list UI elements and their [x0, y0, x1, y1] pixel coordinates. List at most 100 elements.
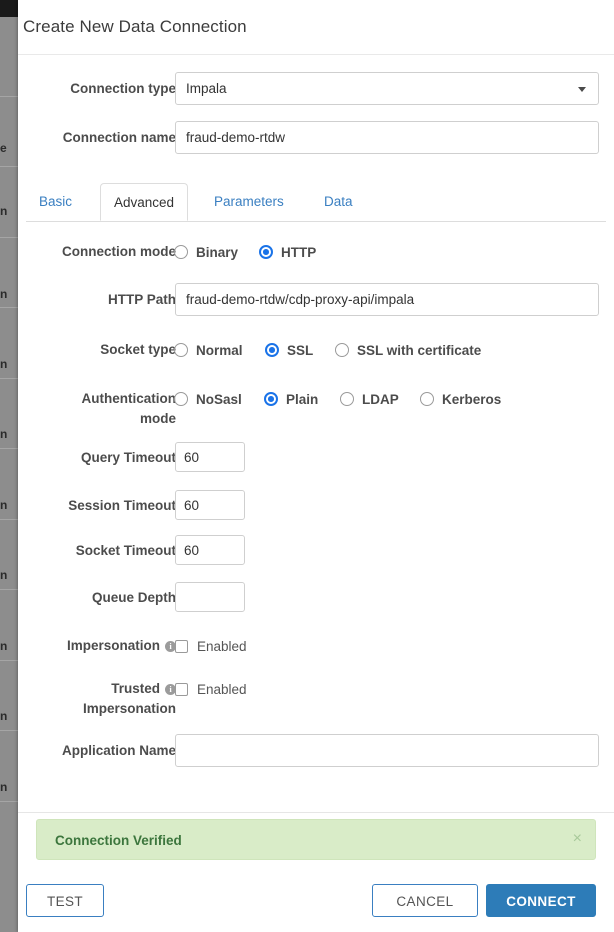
row-socket-type: Socket type Normal SSL SSL with certific…	[18, 340, 614, 360]
backdrop-row-line	[0, 519, 18, 520]
checkbox-label: Enabled	[197, 681, 247, 697]
backdrop-text-fragment: n	[0, 781, 8, 793]
queue-depth-input[interactable]	[175, 582, 245, 612]
connection-mode-label: Connection mode	[62, 244, 176, 259]
backdrop-row-line	[0, 237, 18, 238]
connection-name-input[interactable]	[175, 121, 599, 154]
radio-socket-type-ssl[interactable]: SSL	[265, 340, 313, 360]
alert-message: Connection Verified	[55, 833, 182, 848]
row-application-name: Application Name	[18, 734, 614, 767]
radio-connection-mode-binary[interactable]: Binary	[174, 242, 238, 262]
backdrop-row-line	[0, 96, 18, 97]
backdrop-row-line	[0, 589, 18, 590]
radio-label: LDAP	[362, 391, 399, 407]
backdrop-row-line	[0, 166, 18, 167]
connection-type-select[interactable]	[175, 72, 599, 105]
socket-type-label: Socket type	[100, 342, 176, 357]
backdrop-text-fragment: n	[0, 428, 8, 440]
query-timeout-input[interactable]	[175, 442, 245, 472]
radio-icon	[420, 392, 434, 406]
radio-label: HTTP	[281, 244, 317, 260]
cancel-button[interactable]: CANCEL	[372, 884, 478, 917]
checkbox-label: Enabled	[197, 638, 247, 654]
backdrop-row-line	[0, 307, 18, 308]
tab-data[interactable]: Data	[311, 183, 366, 221]
row-http-path: HTTP Path	[18, 283, 614, 316]
session-timeout-input[interactable]	[175, 490, 245, 520]
http-path-label: HTTP Path	[107, 292, 176, 307]
tab-bar: Basic Advanced Parameters Data	[26, 183, 606, 222]
backdrop-row-line	[0, 378, 18, 379]
tab-advanced[interactable]: Advanced	[100, 183, 189, 221]
socket-timeout-label: Socket Timeout	[75, 543, 176, 558]
application-name-label: Application Name	[61, 743, 176, 758]
backdrop-row-line	[0, 660, 18, 661]
backdrop-topbar	[0, 0, 18, 17]
radio-auth-nosasl[interactable]: NoSasl	[174, 389, 242, 409]
http-path-input[interactable]	[175, 283, 599, 316]
application-name-input[interactable]	[175, 734, 599, 767]
radio-label: Kerberos	[442, 391, 502, 407]
tab-basic[interactable]: Basic	[26, 183, 85, 221]
backdrop-text-fragment: n	[0, 569, 8, 581]
connect-button[interactable]: CONNECT	[486, 884, 596, 917]
row-authentication-mode: Authentication mode NoSasl Plain LDAP Ke…	[18, 389, 614, 429]
radio-label: SSL	[287, 342, 314, 358]
row-connection-mode: Connection mode Binary HTTP	[18, 242, 614, 262]
backdrop-text-fragment: e	[0, 142, 7, 154]
radio-socket-type-ssl-with-certificate[interactable]: SSL with certificate	[335, 340, 481, 360]
authentication-mode-label-line2: mode	[139, 411, 176, 426]
connection-name-label: Connection name	[62, 130, 176, 145]
row-queue-depth: Queue Depth	[18, 582, 614, 612]
radio-auth-kerberos[interactable]: Kerberos	[420, 389, 501, 409]
checkbox-impersonation-enabled[interactable]: Enabled	[175, 636, 247, 656]
row-query-timeout: Query Timeout	[18, 442, 614, 472]
radio-label: NoSasl	[196, 391, 242, 407]
radio-label: Binary	[196, 244, 239, 260]
checkbox-icon	[175, 682, 188, 696]
trusted-impersonation-label-line1: Trusted i	[18, 679, 176, 698]
tab-parameters[interactable]: Parameters	[201, 183, 297, 221]
connection-type-label: Connection type	[70, 81, 176, 96]
backdrop-row-line	[0, 448, 18, 449]
backdrop-text-fragment: n	[0, 640, 8, 652]
footer-divider	[18, 812, 614, 813]
connection-type-value[interactable]	[175, 72, 599, 105]
radio-icon	[335, 343, 349, 357]
radio-icon	[174, 392, 188, 406]
page-backdrop: e n n n n n n n n n	[0, 0, 18, 932]
radio-label: Normal	[196, 342, 243, 358]
checkbox-trusted-impersonation-enabled[interactable]: Enabled	[175, 679, 247, 699]
close-icon[interactable]: ×	[573, 831, 582, 847]
backdrop-row-line	[0, 801, 18, 802]
backdrop-text-fragment: n	[0, 499, 8, 511]
row-connection-type: Connection type	[18, 72, 614, 105]
trusted-impersonation-label-line2: Impersonation	[82, 701, 176, 716]
radio-socket-type-normal[interactable]: Normal	[174, 340, 243, 360]
checkbox-icon	[175, 639, 188, 653]
backdrop-text-fragment: n	[0, 205, 8, 217]
radio-icon-selected	[264, 392, 278, 406]
impersonation-label-text: Impersonation	[66, 638, 160, 653]
backdrop-row-line	[0, 730, 18, 731]
radio-icon	[174, 245, 188, 259]
radio-auth-plain[interactable]: Plain	[264, 389, 318, 409]
radio-connection-mode-http[interactable]: HTTP	[259, 242, 316, 262]
radio-auth-ldap[interactable]: LDAP	[340, 389, 399, 409]
connection-verified-alert: Connection Verified ×	[36, 819, 596, 860]
radio-label: Plain	[286, 391, 319, 407]
row-impersonation: Impersonation i Enabled	[18, 636, 614, 656]
backdrop-text-fragment: n	[0, 358, 8, 370]
test-button[interactable]: TEST	[26, 884, 104, 917]
queue-depth-label: Queue Depth	[91, 590, 176, 605]
backdrop-text-fragment: n	[0, 710, 8, 722]
row-socket-timeout: Socket Timeout	[18, 535, 614, 565]
trusted-impersonation-label-text: Trusted	[111, 681, 160, 696]
radio-icon	[174, 343, 188, 357]
row-session-timeout: Session Timeout	[18, 490, 614, 520]
radio-icon-selected	[259, 245, 273, 259]
row-trusted-impersonation: Trusted i Impersonation Enabled	[18, 679, 614, 719]
create-data-connection-dialog: Create New Data Connection Connection ty…	[18, 0, 614, 932]
query-timeout-label: Query Timeout	[80, 450, 176, 465]
socket-timeout-input[interactable]	[175, 535, 245, 565]
